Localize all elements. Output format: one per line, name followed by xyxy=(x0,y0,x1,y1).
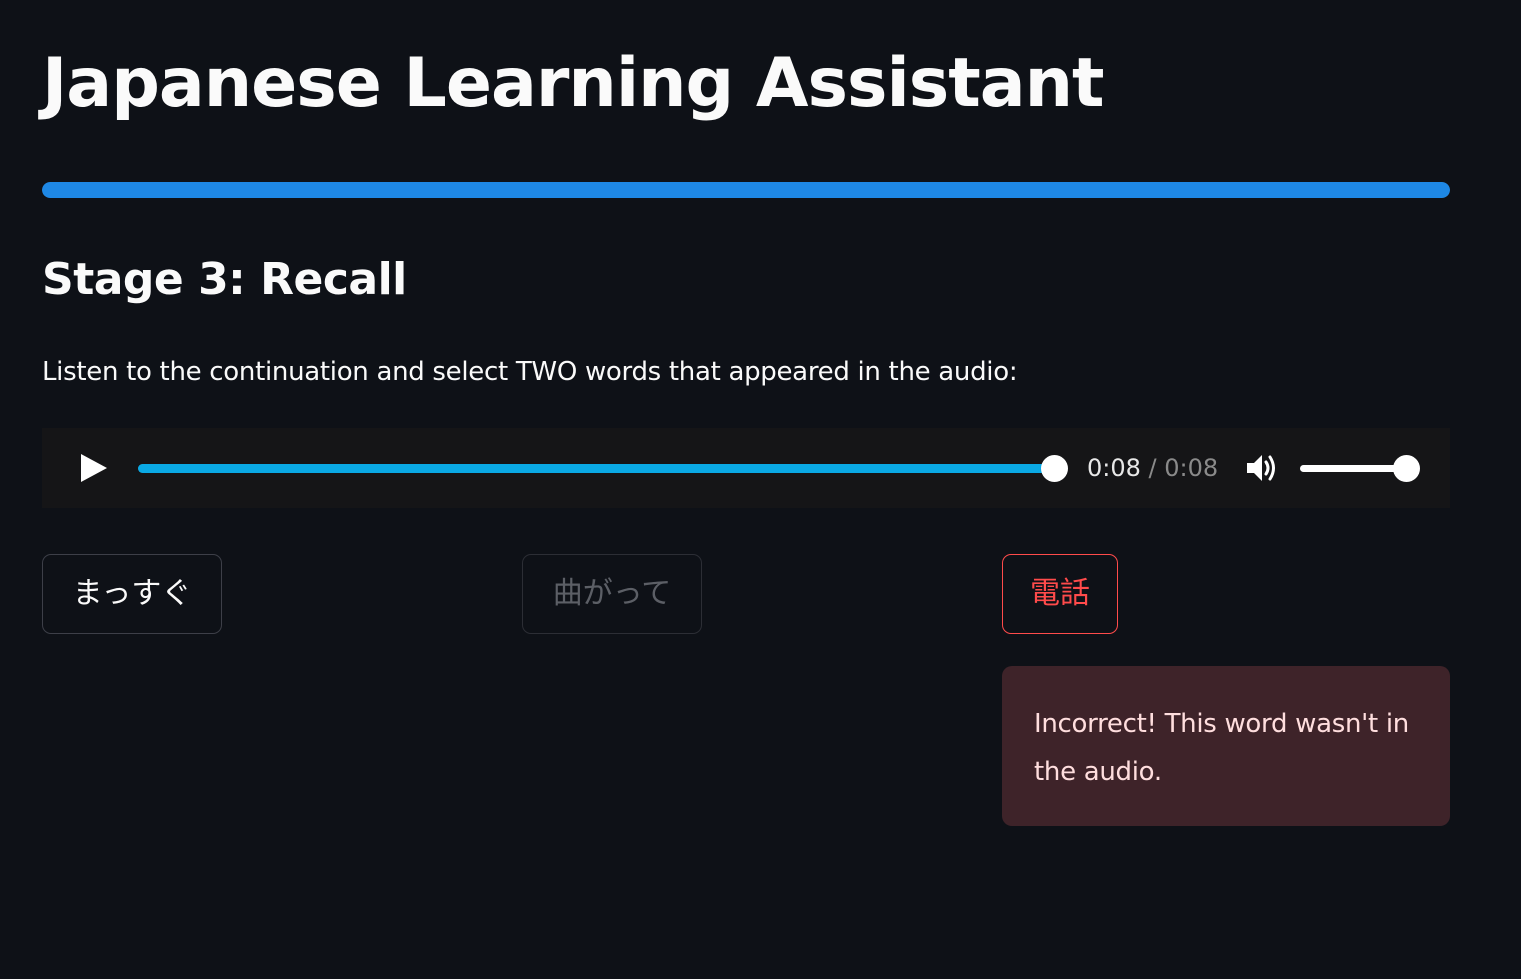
progress-bar-fill xyxy=(42,182,1450,198)
play-icon xyxy=(81,454,107,482)
word-option-button[interactable]: 電話 xyxy=(1002,554,1118,634)
word-option-button[interactable]: 曲がって xyxy=(522,554,702,634)
app-page: Japanese Learning Assistant Stage 3: Rec… xyxy=(0,0,1521,979)
seek-slider-thumb[interactable] xyxy=(1041,455,1068,482)
mute-button[interactable] xyxy=(1244,450,1280,486)
volume-slider-thumb[interactable] xyxy=(1393,455,1420,482)
play-button[interactable] xyxy=(76,450,112,486)
time-separator: / xyxy=(1148,454,1157,482)
error-alert-message: Incorrect! This word wasn't in the audio… xyxy=(1034,709,1409,787)
progress-bar xyxy=(42,182,1450,198)
seek-slider[interactable] xyxy=(138,455,1068,482)
audio-player: 0:08 / 0:08 xyxy=(42,428,1450,508)
word-option-button[interactable]: まっすぐ xyxy=(42,554,222,634)
volume-slider-fill xyxy=(1300,465,1406,472)
volume-icon xyxy=(1247,455,1275,481)
total-time: 0:08 xyxy=(1164,454,1219,482)
seek-slider-fill xyxy=(138,464,1054,473)
volume-slider[interactable] xyxy=(1300,455,1420,482)
page-title: Japanese Learning Assistant xyxy=(42,44,1105,123)
current-time: 0:08 xyxy=(1087,454,1141,482)
stage-heading: Stage 3: Recall xyxy=(42,254,407,305)
time-display: 0:08 / 0:08 xyxy=(1087,452,1218,484)
error-alert: Incorrect! This word wasn't in the audio… xyxy=(1002,666,1450,826)
instructions-text: Listen to the continuation and select TW… xyxy=(42,357,1018,387)
